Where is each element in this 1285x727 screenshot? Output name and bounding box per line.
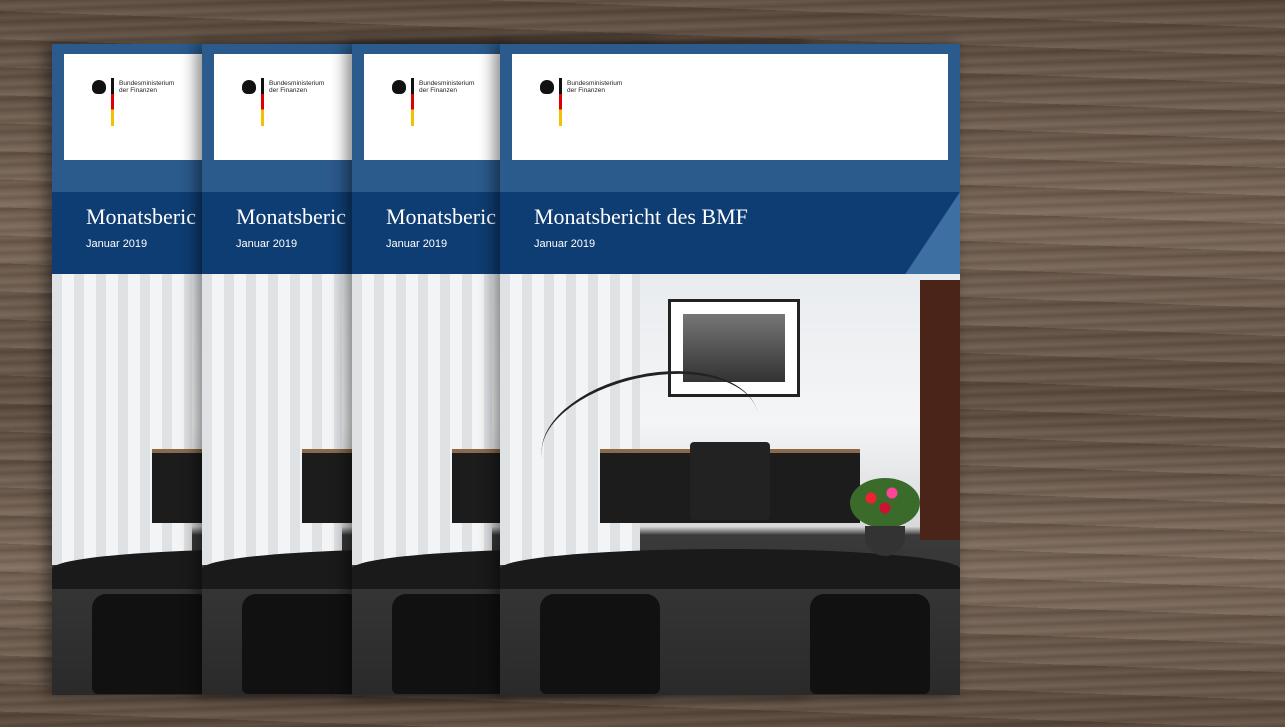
ministry-name-line1: Bundesministerium (269, 80, 325, 87)
german-flag-bar-icon (559, 78, 562, 126)
cover-title: Monatsberic (386, 204, 496, 229)
german-flag-bar-icon (111, 78, 114, 126)
ministry-name-line1: Bundesministerium (119, 80, 175, 87)
photo-chair-left (540, 594, 660, 694)
cover-subtitle: Januar 2019 (86, 238, 148, 250)
ministry-name-line2: der Finanzen (269, 87, 307, 94)
cover-subtitle: Januar 2019 (236, 238, 298, 250)
cover-title: Monatsberic (86, 204, 196, 229)
ministry-logo: Bundesministerium der Finanzen (92, 78, 174, 126)
photo-chair-right (810, 594, 930, 694)
photo-chair (242, 594, 362, 694)
german-flag-bar-icon (261, 78, 264, 126)
ministry-name-line1: Bundesministerium (567, 80, 623, 87)
photo-door (920, 280, 960, 540)
federal-eagle-icon (540, 80, 554, 94)
ministry-name: Bundesministerium der Finanzen (419, 80, 474, 94)
ministry-name-line2: der Finanzen (419, 87, 457, 94)
cover-subtitle: Januar 2019 (534, 238, 596, 250)
ministry-name-line1: Bundesministerium (419, 80, 475, 87)
cover-title: Monatsbericht des BMF (534, 204, 748, 229)
photo-chair (92, 594, 212, 694)
ministry-name: Bundesministerium der Finanzen (119, 80, 174, 94)
cover-title: Monatsberic (236, 204, 346, 229)
german-flag-bar-icon (411, 78, 414, 126)
ministry-name-line2: der Finanzen (119, 87, 157, 94)
cover-header-box: Bundesministerium der Finanzen (512, 54, 948, 160)
ministry-logo: Bundesministerium der Finanzen (540, 78, 622, 126)
federal-eagle-icon (92, 80, 106, 94)
ministry-logo: Bundesministerium der Finanzen (242, 78, 324, 126)
ministry-name-line2: der Finanzen (567, 87, 605, 94)
ministry-logo: Bundesministerium der Finanzen (392, 78, 474, 126)
photo-flowers (850, 478, 920, 528)
federal-eagle-icon (392, 80, 406, 94)
brochure-front: Bundesministerium der Finanzen Monatsber… (500, 44, 960, 695)
ministry-name: Bundesministerium der Finanzen (269, 80, 324, 94)
cover-subtitle: Januar 2019 (386, 238, 448, 250)
ministry-name: Bundesministerium der Finanzen (567, 80, 622, 94)
federal-eagle-icon (242, 80, 256, 94)
photo-chair (392, 594, 512, 694)
photo-chair-back (690, 442, 770, 520)
